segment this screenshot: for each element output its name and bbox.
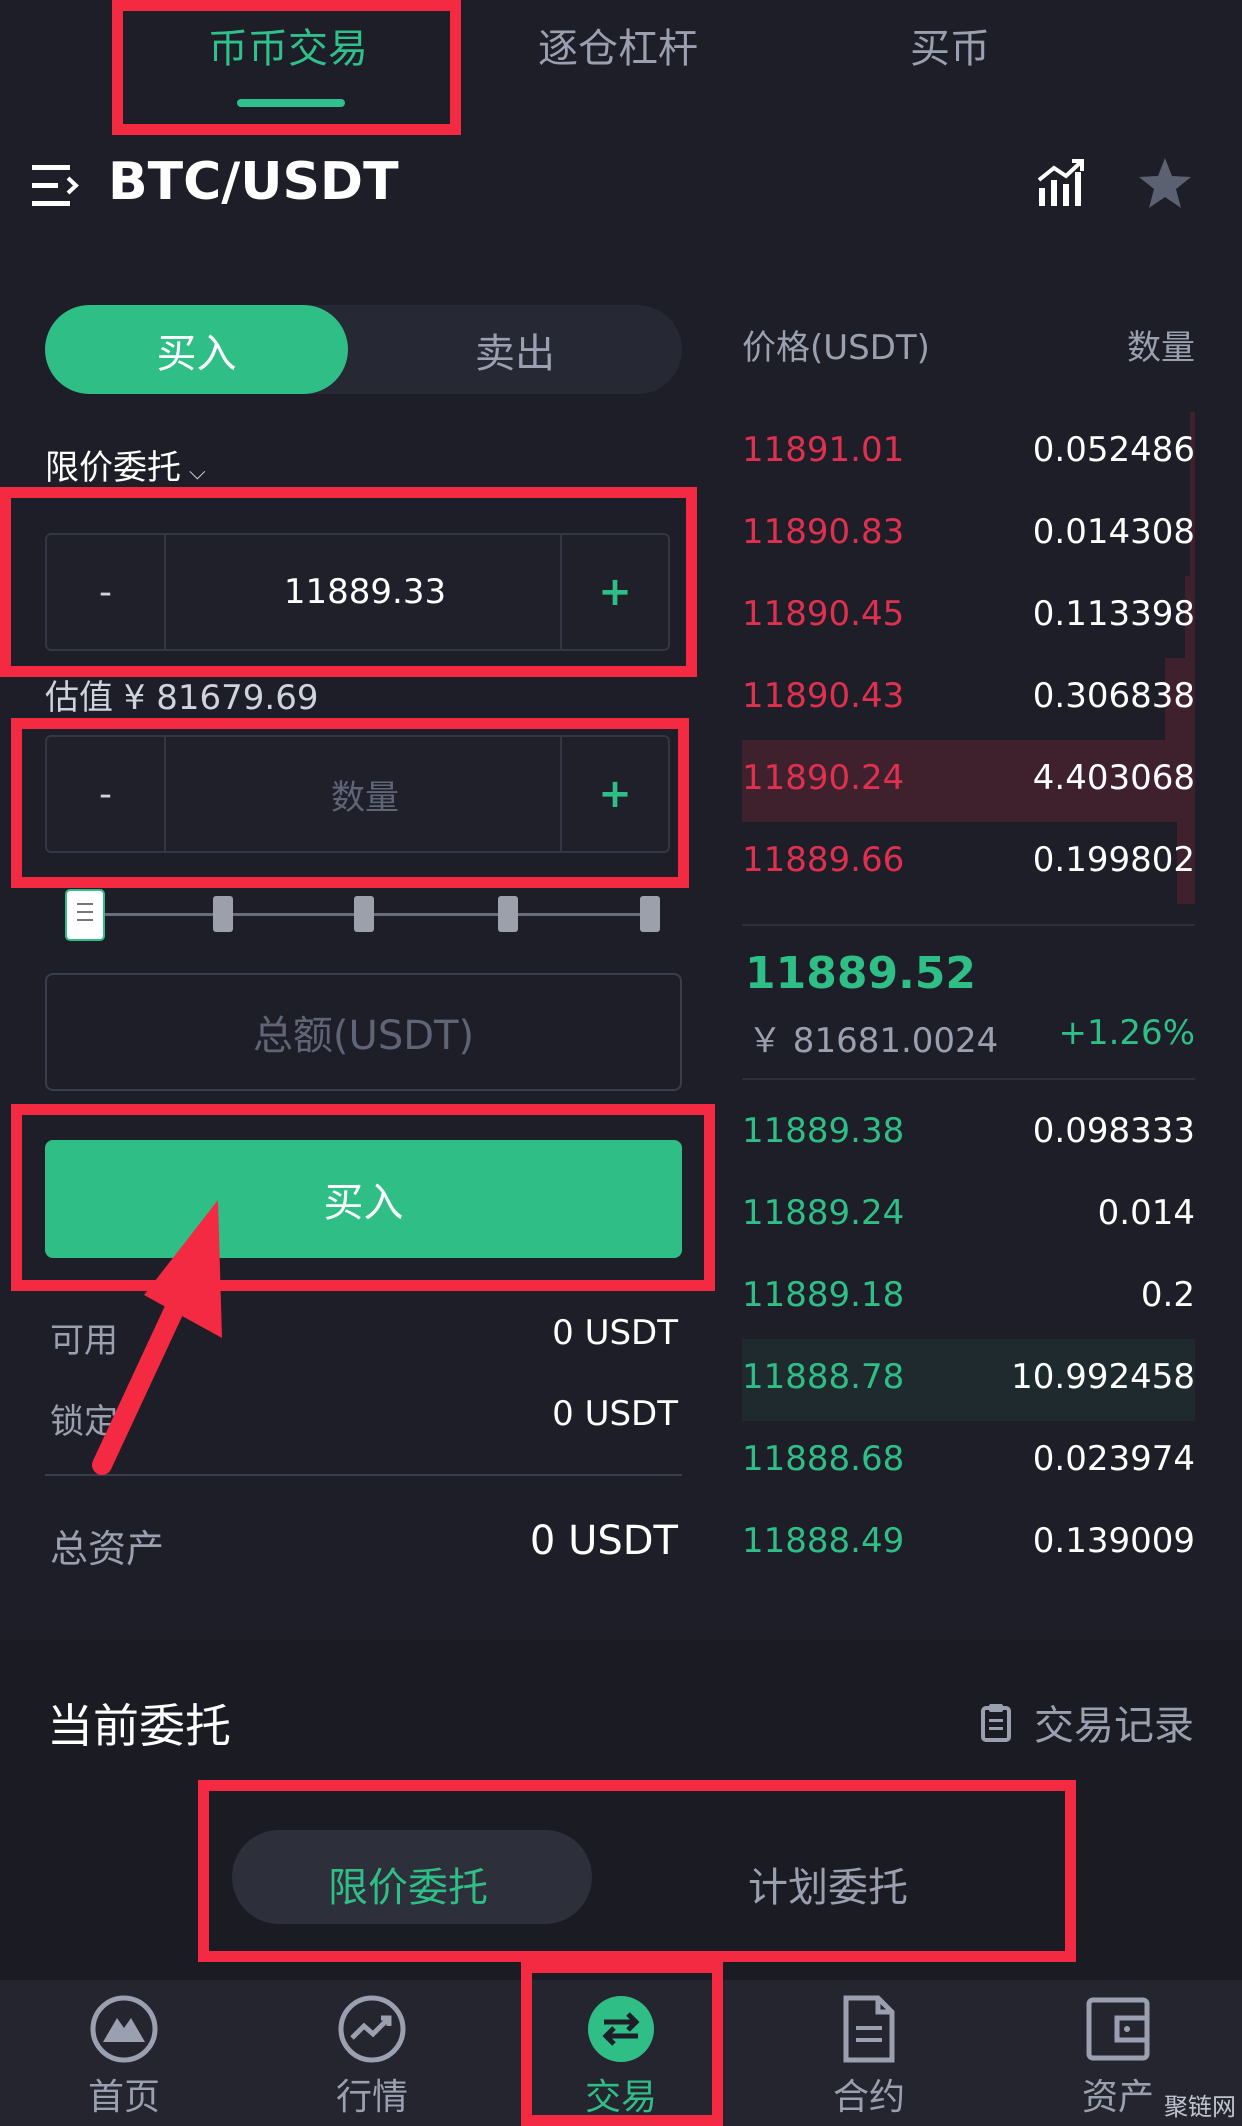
bid-qty: 0.098333 — [1032, 1111, 1195, 1151]
ask-qty: 0.306838 — [1032, 676, 1195, 716]
ask-price: 11889.66 — [742, 840, 905, 880]
nav-home[interactable]: 首页 — [0, 1980, 248, 2126]
bid-row[interactable]: 11888.78 10.992458 — [742, 1339, 1195, 1421]
ask-price: 11890.43 — [742, 676, 905, 716]
ask-qty: 0.014308 — [1032, 512, 1195, 552]
bid-price: 11888.49 — [742, 1521, 905, 1561]
bid-price: 11889.38 — [742, 1111, 905, 1151]
price-estimate: 估值 ¥ 81679.69 — [45, 678, 319, 718]
arrow-annotation — [92, 1200, 222, 1475]
sell-tab[interactable]: 卖出 — [348, 305, 682, 394]
bid-row[interactable]: 11889.24 0.014 — [742, 1175, 1195, 1257]
wallet-icon — [1086, 1997, 1150, 2061]
ask-qty: 4.403068 — [1032, 758, 1195, 798]
highlight-price-input — [0, 487, 697, 677]
fiat-price: ￥ 81681.0024 — [748, 1021, 999, 1061]
bid-row[interactable]: 11888.49 0.139009 — [742, 1503, 1195, 1585]
orderbook-qty-header: 数量 — [1127, 328, 1195, 368]
slider-node-25[interactable] — [213, 896, 233, 932]
bid-row[interactable]: 11889.18 0.2 — [742, 1257, 1195, 1339]
bid-price: 11889.24 — [742, 1193, 905, 1233]
nav-market[interactable]: 行情 — [248, 1980, 496, 2126]
ask-qty: 0.052486 — [1032, 430, 1195, 470]
total-input[interactable]: 总额(USDT) — [45, 973, 682, 1091]
slider-node-50[interactable] — [354, 896, 374, 932]
trading-pair-title[interactable]: BTC/USDT — [108, 152, 399, 212]
tab-buy-crypto[interactable]: 买币 — [910, 16, 990, 74]
bid-qty: 0.2 — [1140, 1275, 1195, 1315]
star-icon[interactable] — [1137, 156, 1193, 212]
ask-qty: 0.113398 — [1032, 594, 1195, 634]
slider-node-75[interactable] — [498, 896, 518, 932]
market-icon — [338, 1995, 406, 2063]
orderbook-divider — [742, 924, 1195, 926]
chart-icon[interactable] — [1036, 158, 1086, 208]
current-orders-title: 当前委托 — [47, 1699, 231, 1753]
watermark-logo: 聚链网 — [1164, 2093, 1236, 2121]
trade-records-link[interactable]: 交易记录 — [980, 1693, 1194, 1751]
bid-price: 11888.68 — [742, 1439, 905, 1479]
ask-price: 11891.01 — [742, 430, 905, 470]
slider-node-100[interactable] — [640, 896, 660, 932]
bid-price: 11888.78 — [742, 1357, 905, 1397]
nav-contract-label: 合约 — [832, 2077, 905, 2118]
price-change: +1.26% — [1058, 1013, 1196, 1053]
chevron-down-icon: ⌵ — [189, 460, 206, 485]
total-assets-value: 0 USDT — [529, 1518, 678, 1564]
bid-row[interactable]: 11888.68 0.023974 — [742, 1421, 1195, 1503]
tab-isolated-margin[interactable]: 逐仓杠杆 — [538, 16, 698, 74]
nav-market-label: 行情 — [335, 2077, 408, 2118]
order-type-label: 限价委托 — [45, 448, 181, 488]
ask-row[interactable]: 11890.83 0.014308 — [742, 494, 1195, 576]
clipboard-icon — [981, 1704, 1011, 1742]
highlight-amount-input — [11, 718, 689, 888]
slider-thumb[interactable] — [65, 889, 105, 941]
contract-icon — [843, 1995, 895, 2063]
bid-row[interactable]: 11889.38 0.098333 — [742, 1093, 1195, 1175]
buy-tab[interactable]: 买入 — [45, 305, 348, 394]
locked-value: 0 USDT — [552, 1394, 678, 1434]
ask-price: 11890.24 — [742, 758, 905, 798]
nav-home-label: 首页 — [87, 2077, 160, 2118]
home-icon — [90, 1995, 158, 2063]
ask-row[interactable]: 11889.66 0.199802 — [742, 822, 1195, 904]
ask-price: 11890.45 — [742, 594, 905, 634]
orderbook-price-header: 价格(USDT) — [742, 328, 930, 368]
bid-price: 11889.18 — [742, 1275, 905, 1315]
ask-row[interactable]: 11890.45 0.113398 — [742, 576, 1195, 658]
bid-qty: 0.139009 — [1032, 1521, 1195, 1561]
ask-row[interactable]: 11891.01 0.052486 — [742, 412, 1195, 494]
orderbook-divider — [742, 1078, 1195, 1080]
ask-price: 11890.83 — [742, 512, 905, 552]
total-assets-label: 总资产 — [50, 1527, 165, 1571]
order-type-dropdown[interactable]: 限价委托 ⌵ — [45, 440, 206, 489]
last-price: 11889.52 — [745, 948, 977, 999]
ask-qty: 0.199802 — [1032, 840, 1195, 880]
bid-qty: 10.992458 — [1011, 1357, 1195, 1397]
ask-row[interactable]: 11890.43 0.306838 — [742, 658, 1195, 740]
bid-qty: 0.014 — [1097, 1193, 1195, 1233]
menu-icon[interactable] — [32, 163, 80, 209]
highlight-trade-nav — [521, 1962, 723, 2126]
ask-row[interactable]: 11890.24 4.403068 — [742, 740, 1195, 822]
highlight-order-tabs — [198, 1780, 1076, 1962]
bid-qty: 0.023974 — [1032, 1439, 1195, 1479]
highlight-spot-tab — [112, 0, 461, 135]
trade-records-label: 交易记录 — [1034, 1703, 1194, 1749]
available-value: 0 USDT — [552, 1313, 678, 1353]
nav-contract[interactable]: 合约 — [745, 1980, 993, 2126]
